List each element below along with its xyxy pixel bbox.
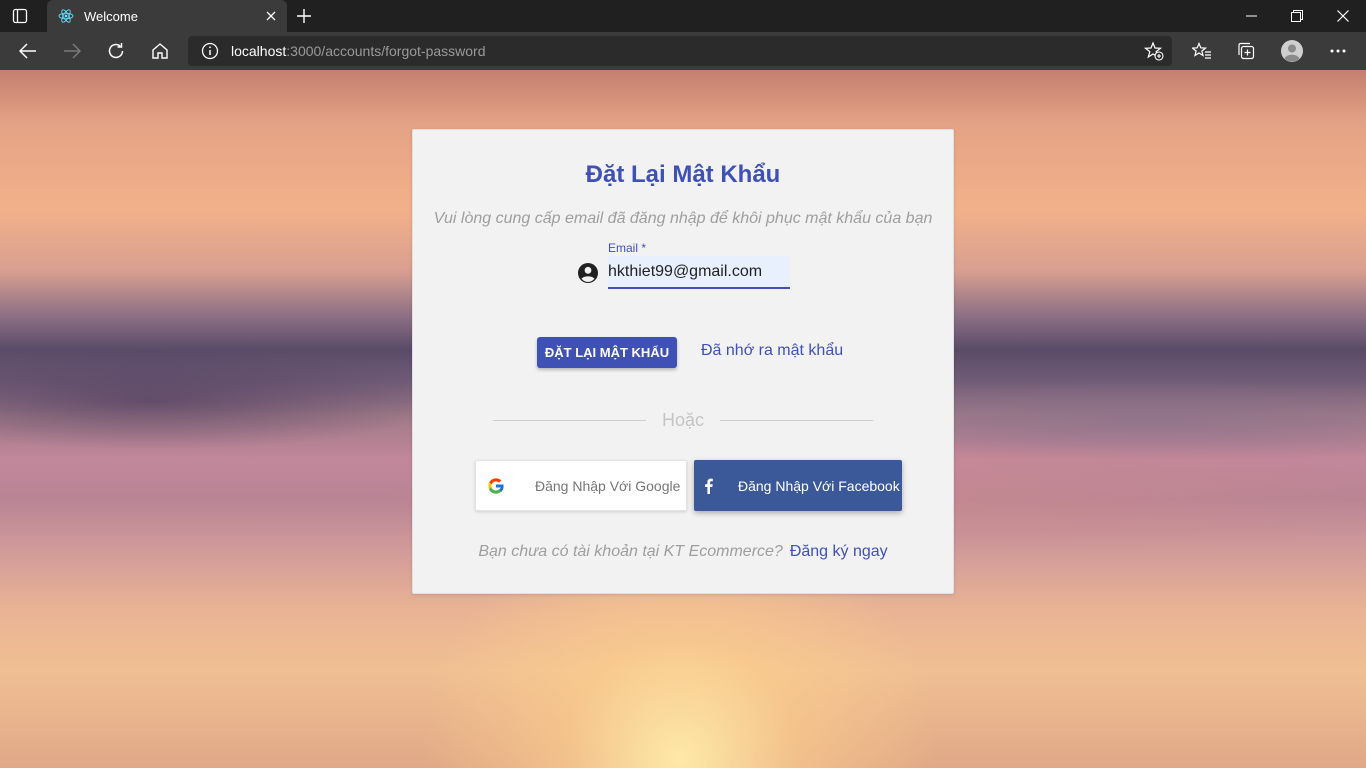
facebook-f-icon (704, 478, 718, 494)
star-add-icon[interactable] (1144, 41, 1164, 61)
facebook-login-label: Đăng Nhập Với Facebook (738, 477, 900, 494)
url-host: localhost (231, 43, 287, 59)
plus-icon[interactable] (294, 6, 314, 26)
url-path: :3000/accounts/forgot-password (286, 43, 486, 59)
email-field-group: Email * (577, 240, 793, 292)
restore-icon[interactable] (1274, 0, 1320, 32)
signup-link[interactable]: Đăng ký ngay (790, 543, 888, 560)
minimize-icon[interactable] (1228, 0, 1274, 32)
forward-arrow-icon[interactable] (56, 35, 88, 67)
home-icon[interactable] (144, 35, 176, 67)
email-label: Email * (608, 241, 647, 255)
more-icon[interactable] (1322, 35, 1354, 67)
close-icon[interactable] (263, 8, 279, 24)
page-title: Đặt Lại Mật Khẩu (585, 161, 781, 188)
signup-prompt: Bạn chưa có tài khoản tại KT Ecommerce? Đ… (413, 543, 953, 561)
signup-question: Bạn chưa có tài khoản tại KT Ecommerce? (478, 543, 783, 560)
reset-password-button[interactable]: ĐẶT LẠI MẬT KHẨU (537, 337, 677, 368)
email-input[interactable] (608, 256, 790, 287)
react-icon (58, 8, 74, 24)
address-bar[interactable]: localhost:3000/accounts/forgot-password (188, 36, 1172, 66)
browser-tab-bar: Welcome (0, 0, 1366, 32)
browser-tab[interactable]: Welcome (47, 0, 287, 32)
google-login-button[interactable]: Đăng Nhập Với Google (475, 460, 687, 511)
google-login-label: Đăng Nhập Với Google (535, 477, 681, 494)
page-background: Đặt Lại Mật Khẩu Vui lòng cung cấp email… (0, 70, 1366, 768)
profile-icon[interactable] (1276, 35, 1308, 67)
divider-text: Hoặc (661, 410, 705, 430)
collections-icon[interactable] (1230, 35, 1262, 67)
close-window-icon[interactable] (1320, 0, 1366, 32)
account-circle-icon (577, 262, 599, 284)
refresh-icon[interactable] (100, 35, 132, 67)
divider-left (493, 420, 646, 421)
remember-password-link[interactable]: Đã nhớ ra mật khẩu (701, 342, 843, 360)
facebook-login-button[interactable]: Đăng Nhập Với Facebook (694, 460, 902, 511)
tab-actions-icon[interactable] (10, 7, 30, 25)
email-input-wrapper (608, 256, 790, 289)
divider-right (720, 420, 873, 421)
favorites-icon[interactable] (1186, 35, 1218, 67)
google-g-icon (486, 476, 506, 496)
back-arrow-icon[interactable] (12, 35, 44, 67)
info-icon[interactable] (201, 42, 219, 60)
forgot-password-card: Đặt Lại Mật Khẩu Vui lòng cung cấp email… (412, 129, 954, 594)
page-subtitle: Vui lòng cung cấp email đã đăng nhập để … (433, 210, 933, 227)
tab-title: Welcome (84, 8, 138, 24)
url-text[interactable]: localhost:3000/accounts/forgot-password (231, 43, 486, 59)
browser-nav-bar: localhost:3000/accounts/forgot-password (0, 32, 1366, 70)
